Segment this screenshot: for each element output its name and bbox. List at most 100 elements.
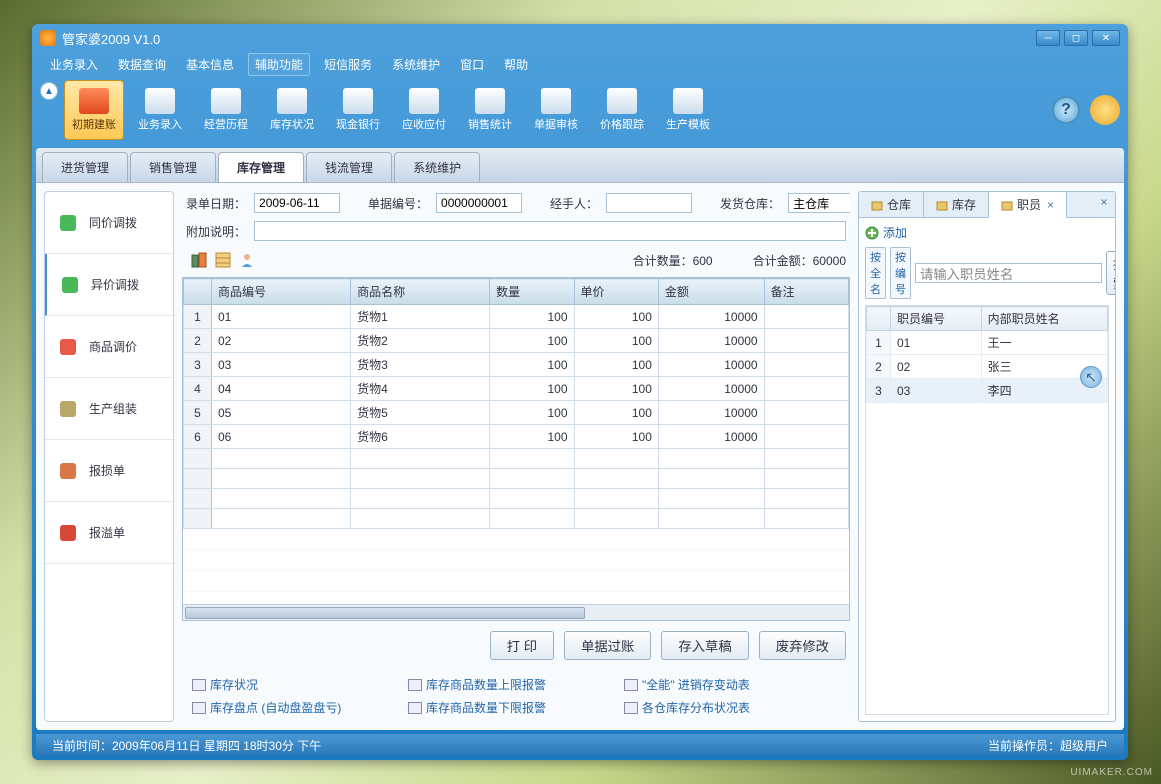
quick-link-0[interactable]: 库存状况 (192, 676, 372, 693)
sidebar-item-2[interactable]: 商品调价 (45, 316, 173, 378)
main-tab-3[interactable]: 钱流管理 (306, 152, 392, 182)
employee-search-input[interactable] (915, 263, 1102, 283)
icon-grid[interactable] (214, 251, 232, 269)
maximize-button[interactable]: ◻ (1064, 30, 1088, 46)
toolbar-collapse-icon[interactable]: ▲ (40, 82, 58, 100)
right-tab-0[interactable]: 仓库 (859, 192, 924, 217)
tool-6[interactable]: 销售统计 (460, 80, 520, 140)
add-link[interactable]: 添加 (865, 224, 1109, 241)
filter-fullname-link[interactable]: 按全名 (865, 247, 886, 299)
sidebar-icon-1 (59, 274, 81, 296)
quick-links: 库存状况 库存商品数量上限报警 "全能" 进销存变动表库存盘点 (自动盘盈盘亏) 库存… (182, 670, 850, 722)
menu-0[interactable]: 业务录入 (44, 54, 104, 75)
menu-4[interactable]: 短信服务 (318, 54, 378, 75)
sidebar-item-4[interactable]: 报损单 (45, 440, 173, 502)
right-header-2[interactable]: 内部职员姓名 (981, 307, 1107, 331)
menu-7[interactable]: 帮助 (498, 54, 534, 75)
main-tabs: 进货管理销售管理库存管理钱流管理系统维护 (36, 148, 1124, 183)
logo-icon (1090, 95, 1120, 125)
sidebar-item-5[interactable]: 报溢单 (45, 502, 173, 564)
menu-2[interactable]: 基本信息 (180, 54, 240, 75)
table-row[interactable] (184, 469, 849, 489)
main-tab-1[interactable]: 销售管理 (130, 152, 216, 182)
date-input[interactable] (254, 193, 340, 213)
right-header-0[interactable] (867, 307, 891, 331)
grid-header-1[interactable]: 商品编号 (212, 279, 351, 305)
warehouse-label: 发货仓库： (720, 195, 780, 212)
tool-1[interactable]: 业务录入 (130, 80, 190, 140)
tool-icon-4 (343, 88, 373, 114)
quick-link-4[interactable]: 库存商品数量下限报警 (408, 699, 588, 716)
sidebar-item-1[interactable]: 异价调拨 (45, 254, 173, 316)
grid-header-4[interactable]: 单价 (574, 279, 658, 305)
tool-3[interactable]: 库存状况 (262, 80, 322, 140)
warehouse-input[interactable] (788, 193, 850, 213)
table-row[interactable] (184, 509, 849, 529)
note-input[interactable] (254, 221, 846, 241)
employee-grid[interactable]: 职员编号内部职员姓名101王一202张三303李四 ↖ (865, 305, 1109, 715)
scrollbar-horizontal[interactable] (183, 604, 849, 620)
main-tab-4[interactable]: 系统维护 (394, 152, 480, 182)
right-tab-2[interactable]: 职员 × (989, 192, 1067, 218)
right-tab-1[interactable]: 库存 (924, 192, 989, 217)
close-button[interactable]: ✕ (1092, 30, 1120, 46)
post-button[interactable]: 单据过账 (564, 631, 651, 660)
tool-8[interactable]: 价格跟踪 (592, 80, 652, 140)
employee-row[interactable]: 101王一 (867, 331, 1108, 355)
employee-row[interactable]: 303李四 (867, 379, 1108, 403)
quick-link-3[interactable]: 库存盘点 (自动盘盈盘亏) (192, 699, 372, 716)
main-content: 录单日期： 单据编号： 经手人： 发货仓库： 附加说明： (182, 191, 850, 722)
filter-number-link[interactable]: 按编号 (890, 247, 911, 299)
help-icon[interactable]: ? (1052, 96, 1080, 124)
table-row[interactable]: 606货物610010010000 (184, 425, 849, 449)
doc-input[interactable] (436, 193, 522, 213)
sidebar-item-3[interactable]: 生产组装 (45, 378, 173, 440)
discard-button[interactable]: 废弃修改 (759, 631, 846, 660)
icon-person[interactable] (238, 251, 256, 269)
panel-close-icon[interactable]: × (1097, 196, 1111, 210)
tool-9[interactable]: 生产模板 (658, 80, 718, 140)
tool-2[interactable]: 经营历程 (196, 80, 256, 140)
table-row[interactable]: 404货物410010010000 (184, 377, 849, 401)
items-grid[interactable]: 商品编号商品名称数量单价金额备注101货物110010010000202货物21… (182, 277, 850, 621)
icon-building[interactable] (190, 251, 208, 269)
link-icon (192, 702, 206, 714)
quick-link-1[interactable]: 库存商品数量上限报警 (408, 676, 588, 693)
tool-5[interactable]: 应收应付 (394, 80, 454, 140)
print-button[interactable]: 打 印 (490, 631, 554, 660)
tool-icon-0 (79, 88, 109, 114)
table-row[interactable] (184, 449, 849, 469)
grid-header-6[interactable]: 备注 (764, 279, 848, 305)
draft-button[interactable]: 存入草稿 (661, 631, 748, 660)
sidebar-item-0[interactable]: 同价调拨 (45, 192, 173, 254)
handler-input[interactable] (606, 193, 692, 213)
menu-5[interactable]: 系统维护 (386, 54, 446, 75)
grid-header-0[interactable] (184, 279, 212, 305)
tab-close-icon[interactable]: × (1047, 198, 1054, 212)
main-tab-0[interactable]: 进货管理 (42, 152, 128, 182)
quick-link-2[interactable]: "全能" 进销存变动表 (624, 676, 804, 693)
table-row[interactable]: 303货物310010010000 (184, 353, 849, 377)
right-header-1[interactable]: 职员编号 (891, 307, 982, 331)
search-button[interactable]: 搜索 (1106, 251, 1115, 295)
table-row[interactable]: 101货物110010010000 (184, 305, 849, 329)
titlebar[interactable]: 管家婆2009 V1.0 ─ ◻ ✕ (32, 24, 1128, 52)
menu-3[interactable]: 辅助功能 (248, 53, 310, 76)
employee-row[interactable]: 202张三 (867, 355, 1108, 379)
grid-header-5[interactable]: 金额 (658, 279, 764, 305)
main-tab-2[interactable]: 库存管理 (218, 152, 304, 182)
grid-header-3[interactable]: 数量 (490, 279, 574, 305)
menu-1[interactable]: 数据查询 (112, 54, 172, 75)
quick-link-5[interactable]: 各仓库存分布状况表 (624, 699, 804, 716)
table-row[interactable] (184, 489, 849, 509)
tool-0[interactable]: 初期建账 (64, 80, 124, 140)
tool-7[interactable]: 单据审核 (526, 80, 586, 140)
menu-6[interactable]: 窗口 (454, 54, 490, 75)
sidebar-icon-0 (57, 212, 79, 234)
grid-header-2[interactable]: 商品名称 (351, 279, 490, 305)
table-row[interactable]: 505货物510010010000 (184, 401, 849, 425)
table-row[interactable]: 202货物210010010000 (184, 329, 849, 353)
tool-4[interactable]: 现金银行 (328, 80, 388, 140)
handler-label: 经手人： (550, 195, 598, 212)
minimize-button[interactable]: ─ (1036, 30, 1060, 46)
